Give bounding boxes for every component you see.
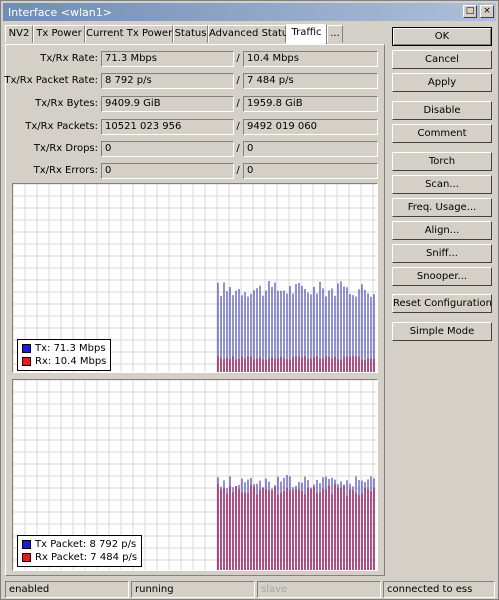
tab-nv2[interactable]: NV2	[5, 25, 33, 43]
tab-traffic[interactable]: Traffic	[286, 24, 327, 44]
tab-more[interactable]: ...	[327, 25, 343, 43]
comment-button[interactable]: Comment	[392, 124, 492, 143]
separator: /	[236, 98, 240, 109]
tx-rx-bytes-label: Tx/Rx Bytes:	[35, 98, 98, 109]
status-slave: slave	[257, 581, 381, 598]
status-running: running	[131, 581, 255, 598]
tx-errors-field: 0	[101, 163, 234, 179]
window-title: Interface <wlan1>	[8, 6, 112, 19]
status-connection: connected to ess	[383, 581, 495, 598]
sniff-button[interactable]: Sniff...	[392, 244, 492, 263]
rx-bytes-field: 1959.8 GiB	[243, 96, 378, 112]
tx-rx-rate-label: Tx/Rx Rate:	[40, 53, 98, 64]
rx-packet-rate-field: 7 484 p/s	[243, 73, 378, 89]
torch-button[interactable]: Torch	[392, 152, 492, 171]
packet-graph: Tx Packet: 8 792 p/s Rx Packet: 7 484 p/…	[12, 379, 378, 571]
rx-packets-field: 9492 019 060	[243, 119, 378, 135]
legend-tx-packet-label: Tx Packet: 8 792 p/s	[35, 539, 137, 550]
legend-tx-packet: Tx Packet: 8 792 p/s	[22, 538, 137, 551]
tx-drops-field: 0	[101, 141, 234, 157]
separator: /	[236, 53, 240, 64]
legend-rx-packet: Rx Packet: 7 484 p/s	[22, 551, 137, 564]
tx-packet-rate-field: 8 792 p/s	[101, 73, 234, 89]
legend-rx-packet-label: Rx Packet: 7 484 p/s	[35, 552, 138, 563]
legend-rx: Rx: 10.4 Mbps	[22, 355, 106, 368]
title-bar[interactable]: Interface <wlan1> □ ×	[3, 3, 496, 21]
tab-current-tx-power[interactable]: Current Tx Power	[85, 25, 173, 43]
status-enabled: enabled	[5, 581, 129, 598]
tx-rate-field: 71.3 Mbps	[101, 51, 234, 67]
simple-mode-button[interactable]: Simple Mode	[392, 322, 492, 341]
rx-packet-swatch	[22, 553, 31, 562]
separator: /	[236, 121, 240, 132]
rx-rate-field: 10.4 Mbps	[243, 51, 378, 67]
freq-usage-button[interactable]: Freq. Usage...	[392, 198, 492, 217]
ok-button[interactable]: OK	[392, 27, 492, 46]
cancel-button[interactable]: Cancel	[392, 50, 492, 69]
separator: /	[236, 165, 240, 176]
close-icon[interactable]: ×	[480, 5, 494, 18]
tx-packets-field: 10521 023 956	[101, 119, 234, 135]
tx-rx-packets-label: Tx/Rx Packets:	[25, 121, 98, 132]
tx-rx-errors-label: Tx/Rx Errors:	[33, 165, 98, 176]
legend-tx: Tx: 71.3 Mbps	[22, 342, 106, 355]
restore-icon[interactable]: □	[463, 5, 477, 18]
traffic-panel: Tx/Rx Rate: 71.3 Mbps / 10.4 Mbps Tx/Rx …	[4, 44, 385, 576]
rx-swatch	[22, 357, 31, 366]
scan-button[interactable]: Scan...	[392, 175, 492, 194]
packet-legend: Tx Packet: 8 792 p/s Rx Packet: 7 484 p/…	[17, 535, 143, 567]
rate-graph: Tx: 71.3 Mbps Rx: 10.4 Mbps	[12, 183, 378, 373]
tab-tx-power[interactable]: Tx Power	[33, 25, 85, 43]
tx-bytes-field: 9409.9 GiB	[101, 96, 234, 112]
separator: /	[236, 143, 240, 154]
align-button[interactable]: Align...	[392, 221, 492, 240]
rx-drops-field: 0	[243, 141, 378, 157]
tab-status[interactable]: Status	[173, 25, 208, 43]
snooper-button[interactable]: Snooper...	[392, 267, 492, 286]
separator: /	[236, 75, 240, 86]
interface-window: Interface <wlan1> □ × NV2 Tx Power Curre…	[0, 0, 499, 600]
legend-rx-label: Rx: 10.4 Mbps	[35, 356, 107, 367]
tx-rx-drops-label: Tx/Rx Drops:	[33, 143, 98, 154]
disable-button[interactable]: Disable	[392, 101, 492, 120]
rx-errors-field: 0	[243, 163, 378, 179]
apply-button[interactable]: Apply	[392, 73, 492, 92]
tx-rx-packet-rate-label: Tx/Rx Packet Rate:	[4, 75, 98, 86]
rate-legend: Tx: 71.3 Mbps Rx: 10.4 Mbps	[17, 339, 112, 371]
tab-advanced-status[interactable]: Advanced Status	[208, 25, 293, 43]
tx-packet-swatch	[22, 540, 31, 549]
legend-tx-label: Tx: 71.3 Mbps	[35, 343, 106, 354]
tx-swatch	[22, 344, 31, 353]
reset-configuration-button[interactable]: Reset Configuration	[392, 294, 492, 313]
